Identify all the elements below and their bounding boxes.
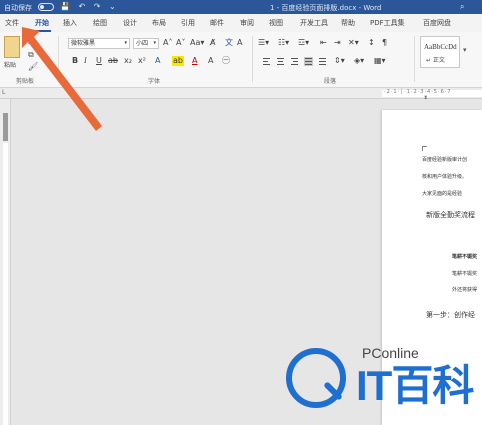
style-sample: AaBbCcDd bbox=[424, 43, 457, 51]
underline-button[interactable]: U bbox=[96, 56, 102, 66]
style-name: ↵ 正文 bbox=[426, 57, 445, 64]
bold-button[interactable]: B bbox=[72, 56, 78, 66]
show-marks-icon[interactable]: ¶ bbox=[382, 38, 387, 48]
tab-help[interactable]: 帮助 bbox=[341, 18, 355, 28]
doc-line: 百度经验新版审计创 bbox=[422, 157, 468, 163]
text-boundary-mark bbox=[422, 146, 427, 151]
doc-line: 大家见面的是经验 bbox=[422, 191, 463, 197]
clear-format-icon[interactable]: A̸ bbox=[210, 38, 215, 48]
tab-selector-icon[interactable]: L bbox=[2, 89, 5, 96]
ruler-ticks: ·2·1·│·1·2·3·4·5·6·7 bbox=[384, 89, 452, 95]
tab-insert[interactable]: 插入 bbox=[63, 18, 77, 28]
grow-font-button[interactable]: A˄ bbox=[163, 38, 172, 48]
phonetic-guide-icon[interactable]: 文 bbox=[225, 38, 233, 48]
doc-heading: 新版全勤奖流程 bbox=[426, 211, 475, 219]
tab-references[interactable]: 引用 bbox=[181, 18, 195, 28]
align-left-button[interactable] bbox=[262, 57, 271, 66]
title-bar: 自动保存 💾 ↶ ↷ ⌄ 1 - 百度经验页面排版.docx - Word ⌕ bbox=[0, 0, 482, 14]
horizontal-ruler: L ·2·1·│·1·2·3·4·5·6·7 ⧗ bbox=[0, 88, 482, 101]
bullets-icon[interactable]: ☰▾ bbox=[258, 38, 269, 48]
watermark-main: IT百科 bbox=[356, 362, 474, 409]
paragraph-group-label: 段落 bbox=[324, 78, 337, 85]
align-center-button[interactable] bbox=[276, 57, 285, 66]
autosave-toggle[interactable] bbox=[38, 3, 54, 11]
align-right-button[interactable] bbox=[290, 57, 299, 66]
justify-button[interactable] bbox=[304, 57, 313, 66]
tab-draw[interactable]: 绘图 bbox=[93, 18, 107, 28]
shrink-font-button[interactable]: A˅ bbox=[176, 38, 185, 48]
decrease-indent-icon[interactable]: ⇤ bbox=[320, 38, 327, 48]
enclose-char-icon[interactable]: ㊀ bbox=[222, 56, 230, 66]
copy-icon[interactable]: ⧉ bbox=[28, 50, 34, 60]
superscript-button[interactable]: x² bbox=[138, 56, 146, 66]
distributed-button[interactable] bbox=[318, 57, 327, 66]
char-border-icon[interactable]: A bbox=[237, 38, 242, 48]
font-group-label: 字体 bbox=[148, 78, 161, 85]
quick-access-toolbar[interactable]: 💾 ↶ ↷ ⌄ bbox=[60, 2, 119, 11]
cut-icon[interactable]: ✂ bbox=[28, 38, 35, 47]
tab-file[interactable]: 文件 bbox=[5, 18, 19, 28]
tab-home[interactable]: 开始 bbox=[33, 18, 51, 32]
chinese-layout-icon[interactable]: ✕▾ bbox=[348, 38, 359, 48]
doc-bullet: 笔耕不辍奖 bbox=[452, 271, 478, 277]
indent-marker-icon[interactable]: ⧗ bbox=[424, 95, 428, 101]
doc-bullet: 笔耕不辍奖 bbox=[452, 254, 478, 260]
shading-icon[interactable]: ◈▾ bbox=[354, 56, 364, 66]
doc-line: 核和用户体验升级。 bbox=[422, 174, 468, 180]
tab-layout[interactable]: 布局 bbox=[152, 18, 166, 28]
subscript-button[interactable]: x₂ bbox=[124, 56, 132, 66]
doc-bullet: 外还将获得 bbox=[452, 287, 478, 293]
change-case-button[interactable]: Aa▾ bbox=[190, 38, 204, 48]
strikethrough-button[interactable]: ab bbox=[108, 56, 118, 66]
group-divider bbox=[58, 36, 59, 82]
ribbon-home: 粘贴 ✂ ⧉ 🖌 剪贴板 微软雅黑 ▾ 小四 ▾ A˄ A˅ Aa▾ A̸ 文 A … bbox=[0, 32, 482, 88]
doc-step: 第一步：创作经 bbox=[426, 311, 475, 319]
paste-label: 粘贴 bbox=[4, 62, 17, 69]
char-shading-icon[interactable]: A bbox=[208, 56, 213, 66]
tab-review[interactable]: 审阅 bbox=[240, 18, 254, 28]
watermark-sub: PConline bbox=[362, 345, 419, 361]
highlight-color-button[interactable]: ab bbox=[172, 56, 184, 66]
style-normal[interactable]: AaBbCcDd ↵ 正文 bbox=[420, 36, 460, 68]
tab-pdf-tools[interactable]: PDF工具集 bbox=[370, 18, 405, 28]
tab-view[interactable]: 视图 bbox=[269, 18, 283, 28]
tab-design[interactable]: 设计 bbox=[123, 18, 137, 28]
group-divider bbox=[252, 36, 253, 82]
group-divider bbox=[414, 36, 415, 82]
vertical-ruler bbox=[0, 99, 11, 425]
line-spacing-icon[interactable]: ⇕▾ bbox=[334, 56, 345, 66]
numbering-icon[interactable]: ☷▾ bbox=[278, 38, 289, 48]
clipboard-group-label: 剪贴板 bbox=[16, 78, 35, 85]
sort-icon[interactable]: ↕ bbox=[368, 38, 375, 48]
document-title: 1 - 百度经验页面排版.docx - Word bbox=[270, 4, 382, 12]
format-painter-icon[interactable]: 🖌 bbox=[28, 62, 38, 71]
autosave-label: 自动保存 bbox=[4, 4, 32, 12]
paste-icon[interactable] bbox=[4, 36, 20, 58]
tab-mailings[interactable]: 邮件 bbox=[210, 18, 224, 28]
italic-button[interactable]: I bbox=[84, 56, 87, 66]
multilevel-list-icon[interactable]: ☲▾ bbox=[298, 38, 309, 48]
text-effects-icon[interactable]: A bbox=[155, 56, 160, 66]
tab-developer[interactable]: 开发工具 bbox=[300, 18, 328, 28]
increase-indent-icon[interactable]: ⇥ bbox=[334, 38, 341, 48]
watermark-logo-icon bbox=[286, 348, 346, 408]
ribbon-tabs: 文件 开始 插入 绘图 设计 布局 引用 邮件 审阅 视图 开发工具 帮助 PD… bbox=[0, 14, 482, 32]
search-icon[interactable]: ⌕ bbox=[460, 2, 464, 12]
borders-icon[interactable]: ▦▾ bbox=[374, 56, 386, 66]
tab-baidu-netdisk[interactable]: 百度网盘 bbox=[423, 18, 451, 28]
font-color-button[interactable]: A bbox=[192, 56, 197, 66]
font-size-select[interactable]: 小四 ▾ bbox=[133, 38, 159, 49]
styles-more-icon[interactable]: ▾ bbox=[463, 46, 467, 54]
font-name-select[interactable]: 微软雅黑 ▾ bbox=[68, 38, 130, 49]
